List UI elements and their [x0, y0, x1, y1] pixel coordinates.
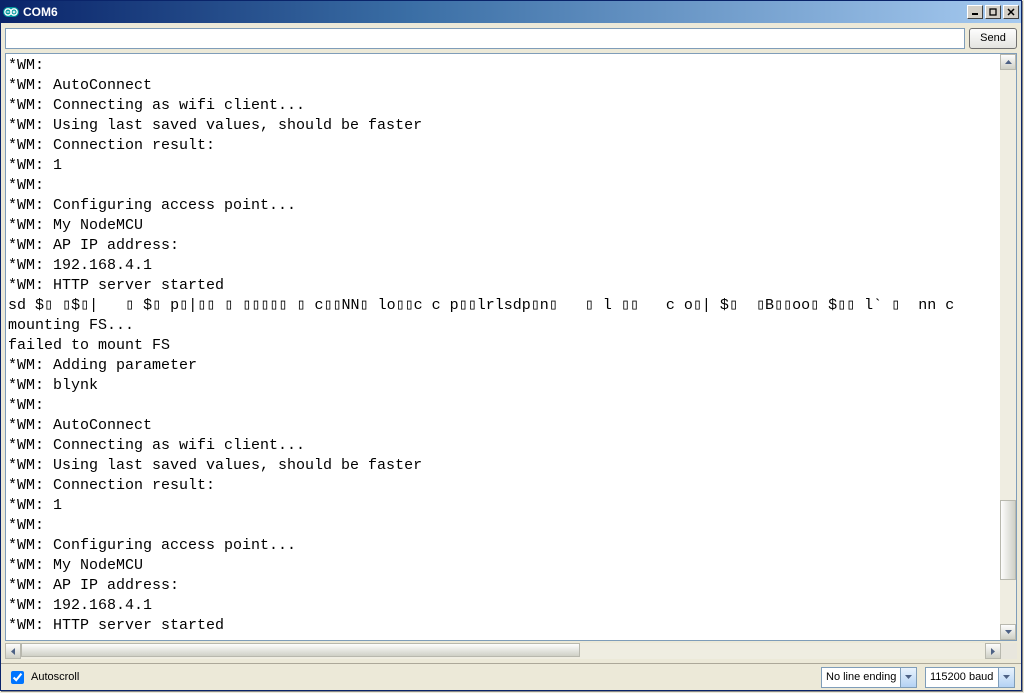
scroll-left-arrow-icon[interactable] [5, 643, 21, 659]
serial-monitor-window: COM6 Send *WM: *WM: AutoConnect *WM: Con… [0, 0, 1022, 691]
close-button[interactable] [1003, 5, 1019, 19]
chevron-down-icon [900, 668, 916, 687]
console-area: *WM: *WM: AutoConnect *WM: Connecting as… [5, 53, 1017, 641]
scroll-up-arrow-icon[interactable] [1000, 54, 1016, 70]
scroll-right-arrow-icon[interactable] [985, 643, 1001, 659]
scroll-track[interactable] [1000, 70, 1016, 624]
send-row: Send [1, 23, 1021, 53]
console-output[interactable]: *WM: *WM: AutoConnect *WM: Connecting as… [6, 54, 1000, 640]
arduino-app-icon [3, 4, 19, 20]
chevron-down-icon [998, 668, 1014, 687]
send-button-label: Send [980, 32, 1006, 44]
serial-input[interactable] [5, 28, 965, 49]
status-bar: Autoscroll No line ending 115200 baud [1, 663, 1021, 690]
autoscroll-toggle[interactable]: Autoscroll [7, 668, 813, 687]
autoscroll-label: Autoscroll [31, 671, 79, 683]
vertical-scrollbar[interactable] [1000, 54, 1016, 640]
baud-rate-value: 115200 baud [930, 671, 998, 683]
maximize-button[interactable] [985, 5, 1001, 19]
horizontal-scroll-row [5, 643, 1017, 661]
scroll-corner [1001, 643, 1017, 659]
minimize-button[interactable] [967, 5, 983, 19]
send-button[interactable]: Send [969, 28, 1017, 49]
baud-rate-select[interactable]: 115200 baud [925, 667, 1015, 688]
titlebar[interactable]: COM6 [1, 1, 1021, 23]
window-title: COM6 [23, 5, 965, 19]
line-ending-select[interactable]: No line ending [821, 667, 917, 688]
window-controls [965, 5, 1019, 19]
scroll-thumb[interactable] [1000, 500, 1016, 580]
line-ending-value: No line ending [826, 671, 900, 683]
autoscroll-checkbox[interactable] [11, 671, 24, 684]
hscroll-thumb[interactable] [21, 643, 580, 657]
horizontal-scrollbar[interactable] [5, 643, 1001, 659]
scroll-down-arrow-icon[interactable] [1000, 624, 1016, 640]
hscroll-track[interactable] [21, 643, 985, 659]
